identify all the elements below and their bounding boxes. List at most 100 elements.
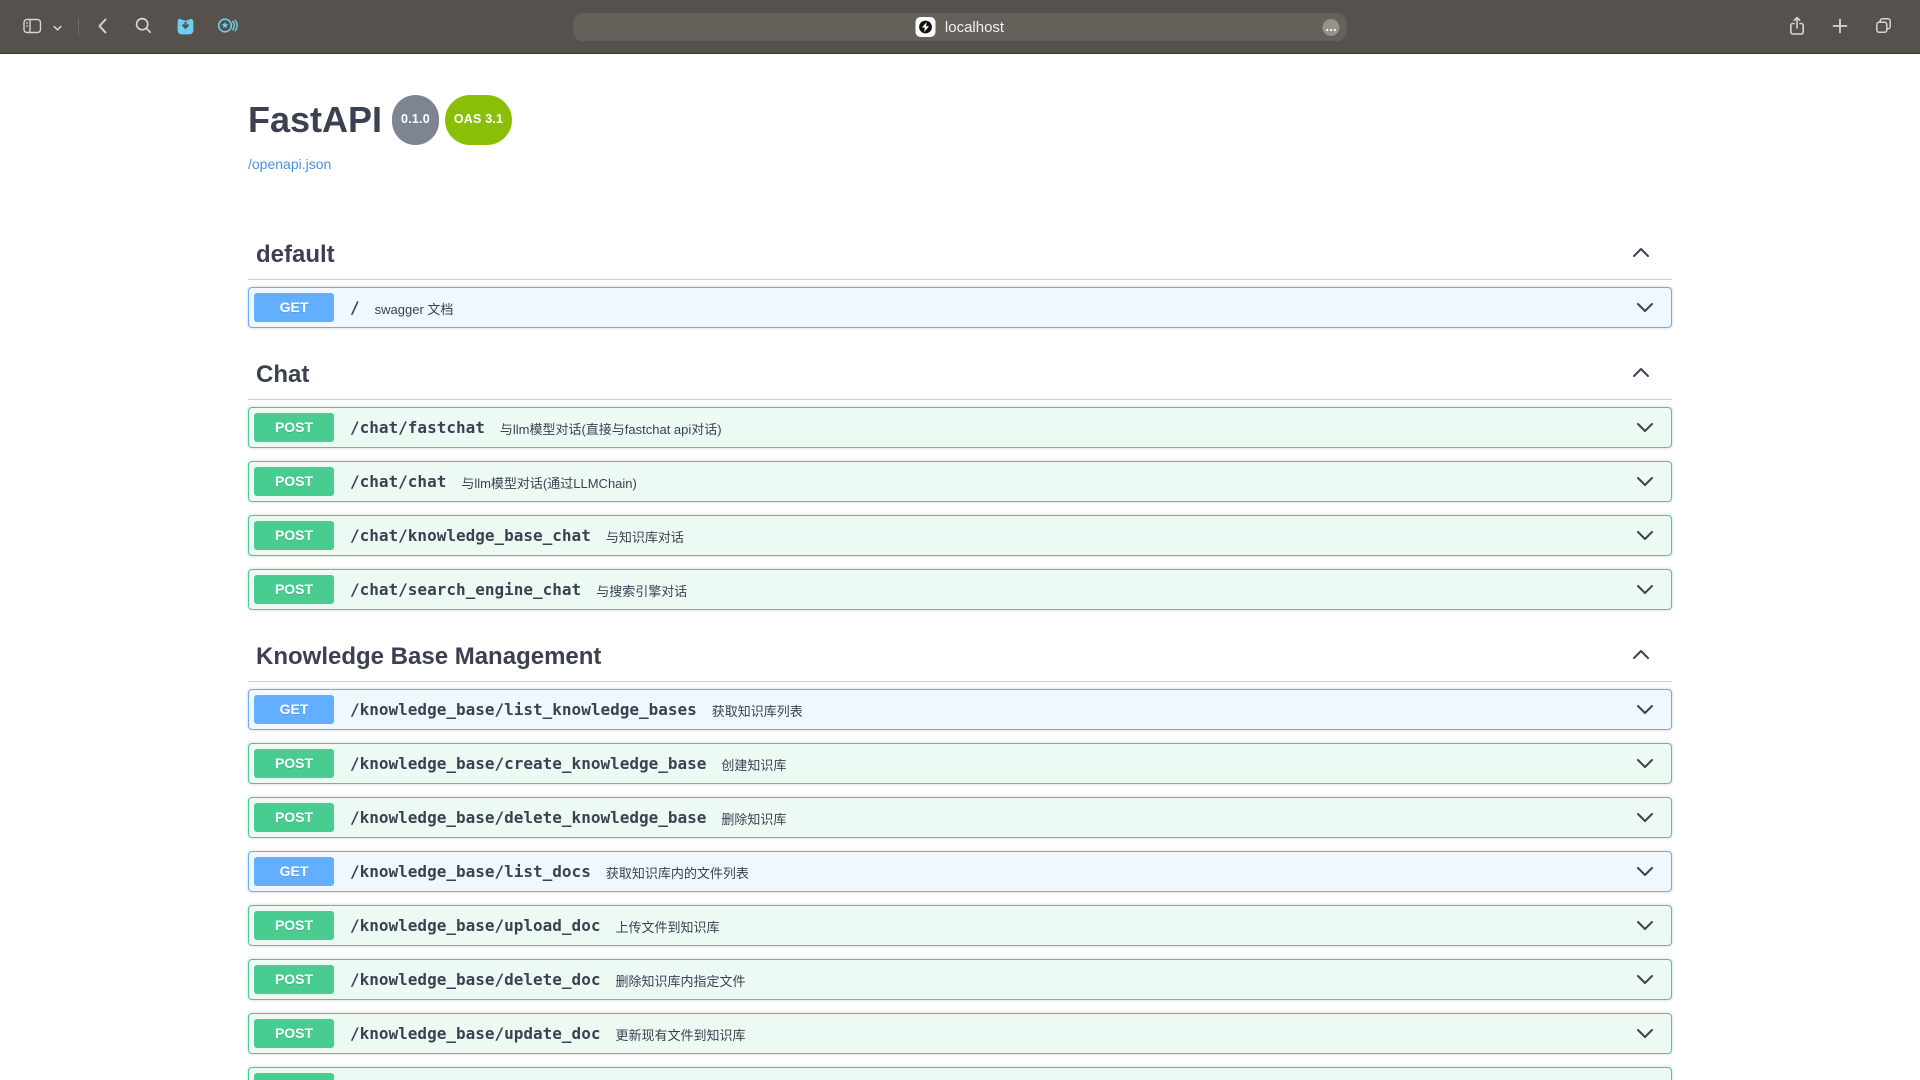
tag-title: Knowledge Base Management	[256, 642, 601, 671]
endpoint-description: 与llm模型对话(通过LLMChain)	[461, 473, 637, 492]
share-button[interactable]	[1785, 13, 1809, 42]
endpoint-description: 与知识库对话	[606, 527, 684, 546]
collapse-chevron-up-icon	[1630, 244, 1652, 265]
expand-chevron-down-icon	[1634, 702, 1656, 718]
tag-title: default	[256, 240, 335, 269]
endpoint-path: /chat/knowledge_base_chat	[350, 526, 591, 545]
endpoint-path: /	[350, 298, 360, 317]
page-settings-button[interactable]	[1323, 19, 1340, 36]
expand-chevron-down-icon	[1634, 474, 1656, 490]
endpoint-row[interactable]: POST /chat/knowledge_base_chat 与知识库对话	[248, 515, 1672, 556]
expand-chevron-down-icon	[1634, 810, 1656, 826]
endpoint-description: 上传文件到知识库	[615, 917, 719, 936]
expand-chevron-down-icon	[1634, 420, 1656, 436]
endpoint-row[interactable]: GET /knowledge_base/list_knowledge_bases…	[248, 689, 1672, 730]
method-badge: POST	[254, 1019, 334, 1048]
address-text: localhost	[945, 19, 1004, 36]
expand-chevron-down-icon	[1634, 1026, 1656, 1042]
endpoint-description: 获取知识库列表	[712, 701, 803, 720]
oas-badge: OAS 3.1	[445, 95, 512, 145]
endpoint-description: 更新现有文件到知识库	[615, 1025, 745, 1044]
method-badge: POST	[254, 413, 334, 442]
endpoint-description: 删除知识库	[721, 809, 786, 828]
tag-section-knowledge-base: Knowledge Base Management GET /knowledge…	[248, 634, 1672, 1080]
toolbar-divider	[78, 18, 79, 36]
page-title: FastAPI0.1.0OAS 3.1	[248, 98, 1672, 154]
endpoint-description: 创建知识库	[721, 755, 786, 774]
endpoint-row[interactable]: POST /knowledge_base/upload_doc 上传文件到知识库	[248, 905, 1672, 946]
method-badge: GET	[254, 695, 334, 724]
expand-chevron-down-icon	[1634, 918, 1656, 934]
endpoint-row[interactable]: POST /knowledge_base/update_doc 更新现有文件到知…	[248, 1013, 1672, 1054]
endpoint-row[interactable]: GET / swagger 文档	[248, 287, 1672, 328]
endpoint-row[interactable]: POST /knowledge_base/recreate_vector_sto…	[248, 1067, 1672, 1080]
expand-chevron-down-icon	[1634, 756, 1656, 772]
endpoint-row[interactable]: POST /chat/search_engine_chat 与搜索引擎对话	[248, 569, 1672, 610]
search-button[interactable]	[132, 14, 155, 40]
expand-chevron-down-icon	[1634, 528, 1656, 544]
sidebar-toggle-button[interactable]	[20, 14, 45, 41]
method-badge: POST	[254, 467, 334, 496]
endpoint-row[interactable]: POST /knowledge_base/create_knowledge_ba…	[248, 743, 1672, 784]
endpoint-path: /knowledge_base/upload_doc	[350, 916, 600, 935]
method-badge: GET	[254, 293, 334, 322]
endpoint-path: /knowledge_base/list_docs	[350, 862, 591, 881]
api-title-text: FastAPI	[248, 99, 382, 140]
openapi-spec-link[interactable]: /openapi.json	[248, 156, 331, 172]
endpoint-description: 与搜索引擎对话	[596, 581, 687, 600]
method-badge: POST	[254, 1073, 334, 1080]
tag-section-default: default GET / swagger 文档	[248, 232, 1672, 328]
endpoint-row[interactable]: POST /chat/fastchat 与llm模型对话(直接与fastchat…	[248, 407, 1672, 448]
endpoint-row[interactable]: POST /knowledge_base/delete_knowledge_ba…	[248, 797, 1672, 838]
tag-header-chat[interactable]: Chat	[248, 352, 1672, 400]
tag-title: Chat	[256, 360, 309, 389]
expand-chevron-down-icon	[1634, 864, 1656, 880]
endpoint-path: /knowledge_base/update_doc	[350, 1024, 600, 1043]
plus-icon	[1831, 17, 1849, 38]
extension-badge-button[interactable]	[214, 13, 242, 41]
collapse-chevron-up-icon	[1630, 646, 1652, 667]
tag-header-knowledge-base[interactable]: Knowledge Base Management	[248, 634, 1672, 682]
endpoint-path: /chat/chat	[350, 472, 446, 491]
tag-section-chat: Chat POST /chat/fastchat 与llm模型对话(直接与fas…	[248, 352, 1672, 610]
endpoint-path: /knowledge_base/delete_doc	[350, 970, 600, 989]
endpoint-row[interactable]: GET /knowledge_base/list_docs 获取知识库内的文件列…	[248, 851, 1672, 892]
new-tab-button[interactable]	[1829, 15, 1851, 40]
endpoint-description: 与llm模型对话(直接与fastchat api对话)	[500, 419, 722, 438]
method-badge: POST	[254, 749, 334, 778]
search-icon	[134, 16, 153, 38]
api-info: FastAPI0.1.0OAS 3.1 /openapi.json	[248, 98, 1672, 174]
back-button[interactable]	[93, 14, 112, 41]
extension-download-button[interactable]	[173, 13, 198, 41]
method-badge: POST	[254, 803, 334, 832]
tab-overview-icon	[1873, 15, 1894, 39]
endpoint-path: /knowledge_base/create_knowledge_base	[350, 754, 706, 773]
method-badge: POST	[254, 575, 334, 604]
endpoint-description: swagger 文档	[375, 299, 454, 318]
expand-chevron-down-icon	[1634, 582, 1656, 598]
collapse-chevron-up-icon	[1630, 364, 1652, 385]
method-badge: POST	[254, 965, 334, 994]
chevron-down-icon	[53, 20, 62, 35]
tab-overview-button[interactable]	[1871, 13, 1896, 41]
method-badge: GET	[254, 857, 334, 886]
swagger-page: FastAPI0.1.0OAS 3.1 /openapi.json defaul…	[248, 98, 1672, 1080]
expand-chevron-down-icon	[1634, 972, 1656, 988]
site-favicon-lightning	[916, 17, 936, 37]
endpoint-path: /chat/search_engine_chat	[350, 580, 581, 599]
endpoint-path: /knowledge_base/delete_knowledge_base	[350, 808, 706, 827]
version-badge: 0.1.0	[392, 95, 439, 145]
ellipsis-icon	[1326, 20, 1337, 35]
browser-toolbar: localhost	[0, 0, 1920, 54]
endpoint-description: 删除知识库内指定文件	[615, 971, 745, 990]
tag-header-default[interactable]: default	[248, 232, 1672, 280]
endpoint-row[interactable]: POST /chat/chat 与llm模型对话(通过LLMChain)	[248, 461, 1672, 502]
tab-group-dropdown-button[interactable]	[51, 18, 64, 37]
method-badge: POST	[254, 521, 334, 550]
endpoint-row[interactable]: POST /knowledge_base/delete_doc 删除知识库内指定…	[248, 959, 1672, 1000]
method-badge: POST	[254, 911, 334, 940]
address-bar[interactable]: localhost	[574, 13, 1347, 41]
back-chevron-icon	[95, 16, 110, 39]
extension-bookmark-download-icon	[175, 15, 196, 39]
share-icon	[1787, 15, 1807, 40]
